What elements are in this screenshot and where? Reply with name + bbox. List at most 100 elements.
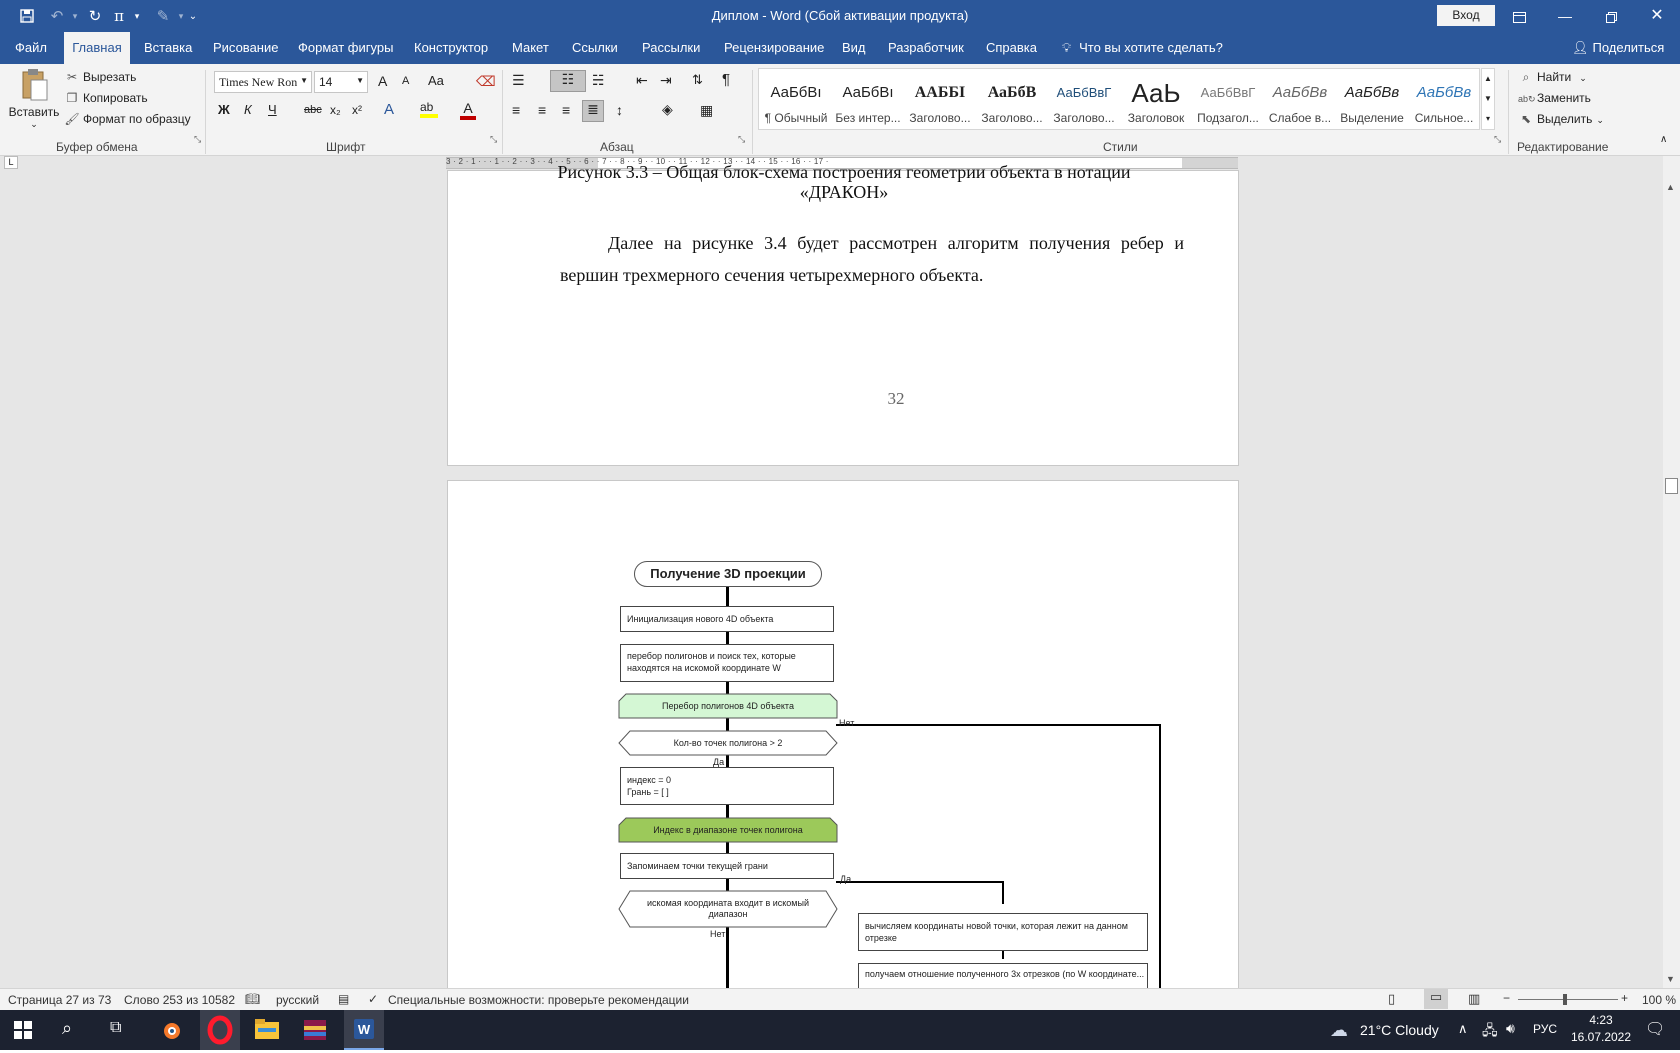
superscript-button[interactable]: x² xyxy=(352,103,362,117)
strikethrough-button[interactable]: abc xyxy=(304,104,322,116)
paste-button[interactable]: Вставить ⌄ xyxy=(8,68,60,130)
tab-file[interactable]: Файл xyxy=(7,32,55,64)
clipboard-launcher-icon[interactable]: ⤡ xyxy=(194,134,201,145)
read-mode-icon[interactable]: ▯ xyxy=(1388,991,1395,1007)
grow-font-button[interactable]: A xyxy=(378,73,387,89)
tab-review[interactable]: Рецензирование xyxy=(716,32,832,64)
subscript-button[interactable]: x₂ xyxy=(330,103,341,117)
windows-start-icon[interactable] xyxy=(14,1021,32,1042)
scroll-thumb[interactable] xyxy=(1665,478,1678,494)
scroll-down-icon[interactable]: ▼ xyxy=(1666,974,1675,984)
collapse-ribbon-icon[interactable]: ∧ xyxy=(1660,134,1667,145)
tab-home[interactable]: Главная xyxy=(64,32,130,64)
text-effects-icon[interactable]: A xyxy=(384,101,394,118)
scroll-up-icon[interactable]: ▲ xyxy=(1666,182,1675,192)
blender-icon[interactable] xyxy=(158,1018,186,1042)
format-painter-button[interactable]: 🖌︎ Формат по образцу xyxy=(64,112,190,126)
ribbon-display-options-icon[interactable] xyxy=(1496,0,1542,32)
zoom-in-icon[interactable]: + xyxy=(1621,991,1628,1005)
multilevel-list-icon[interactable]: ☵ xyxy=(592,72,605,89)
shrink-font-button[interactable]: A xyxy=(402,75,409,87)
document-workspace[interactable]: L 3 · 2 · 1 · · · 1 · · 2 · · 3 · · 4 · … xyxy=(0,156,1663,988)
style-heading-3[interactable]: АаБбВвГ Заголово... xyxy=(1049,75,1119,137)
restore-icon[interactable] xyxy=(1588,0,1634,32)
font-color-icon[interactable]: A xyxy=(460,100,476,120)
italic-button[interactable]: К xyxy=(244,102,252,117)
pilcrow-icon[interactable]: ¶ xyxy=(722,71,730,88)
tab-shape-format[interactable]: Формат фигуры xyxy=(290,32,401,64)
copy-button[interactable]: ❐ Копировать xyxy=(64,91,148,105)
drakon-flowchart[interactable]: Получение 3D проекции Инициализация ново… xyxy=(448,481,1240,988)
clock[interactable]: 4:23 16.07.2022 xyxy=(1566,1012,1636,1046)
page-33[interactable]: Получение 3D проекции Инициализация ново… xyxy=(447,480,1239,988)
clear-formatting-icon[interactable]: ⌫ xyxy=(476,73,496,90)
select-button[interactable]: ⬉ Выделить ⌄ xyxy=(1518,112,1604,126)
style-subtitle[interactable]: АаБбВвГ Подзагол... xyxy=(1193,75,1263,137)
replace-button[interactable]: ab↻Заменить xyxy=(1518,91,1591,105)
align-center-icon[interactable]: ≡ xyxy=(538,102,546,118)
macro-icon[interactable]: ▤ xyxy=(338,992,349,1006)
sort-icon[interactable]: ⇅ xyxy=(692,72,703,88)
font-name-box[interactable]: Times New Ron ▼ xyxy=(214,71,312,93)
style-no-spacing[interactable]: АаБбВı Без интер... xyxy=(833,75,903,137)
underline-button[interactable]: Ч xyxy=(268,102,277,117)
volume-icon[interactable]: 🔊︎ xyxy=(1506,1020,1515,1037)
print-layout-icon[interactable]: ▭ xyxy=(1424,989,1448,1009)
tab-developer[interactable]: Разработчик xyxy=(880,32,972,64)
tab-draw[interactable]: Рисование xyxy=(205,32,286,64)
justify-icon[interactable]: ≣ xyxy=(582,100,604,122)
style-normal[interactable]: АаБбВı ¶ Обычный xyxy=(761,75,831,137)
style-emphasis[interactable]: АаБбВв Выделение xyxy=(1337,75,1407,137)
style-subtle-emphasis[interactable]: АаБбВв Слабое в... xyxy=(1265,75,1335,137)
styles-launcher-icon[interactable]: ⤡ xyxy=(1494,134,1501,145)
web-layout-icon[interactable]: ▥ xyxy=(1468,991,1480,1007)
bold-button[interactable]: Ж xyxy=(218,102,230,117)
language-status[interactable]: русский xyxy=(276,993,319,1007)
close-icon[interactable]: ✕ xyxy=(1634,0,1680,32)
align-right-icon[interactable]: ≡ xyxy=(562,102,570,118)
winrar-icon[interactable] xyxy=(302,1018,328,1045)
styles-scroll[interactable]: ▲ ▼ ▾ xyxy=(1481,68,1495,130)
font-size-box[interactable]: 14 ▼ xyxy=(314,71,368,93)
search-icon[interactable]: ⌕ xyxy=(62,1018,72,1039)
zoom-out-icon[interactable]: − xyxy=(1503,991,1510,1005)
tab-help[interactable]: Справка xyxy=(978,32,1045,64)
zoom-slider-thumb[interactable] xyxy=(1563,994,1567,1005)
tab-view[interactable]: Вид xyxy=(834,32,874,64)
line-spacing-icon[interactable]: ↕ xyxy=(616,102,623,118)
bullets-icon[interactable]: ☰ xyxy=(512,72,525,89)
style-title[interactable]: АаЬ Заголовок xyxy=(1121,75,1191,137)
tab-design[interactable]: Конструктор xyxy=(406,32,496,64)
word-count[interactable]: Слово 253 из 10582 xyxy=(124,993,235,1007)
tab-selector-icon[interactable]: L xyxy=(4,156,18,169)
tab-mailings[interactable]: Рассылки xyxy=(634,32,708,64)
tab-layout[interactable]: Макет xyxy=(504,32,557,64)
find-button[interactable]: ⌕ Найти ⌄ xyxy=(1518,70,1587,85)
login-button[interactable]: Вход xyxy=(1437,5,1495,26)
zoom-level[interactable]: 100 % xyxy=(1642,993,1676,1007)
tab-insert[interactable]: Вставка xyxy=(136,32,200,64)
proofing-icon[interactable]: 📖︎ xyxy=(245,992,260,1006)
opera-icon[interactable] xyxy=(200,1010,240,1050)
vertical-scrollbar[interactable]: ▲ ▼ xyxy=(1663,156,1680,988)
shading-icon[interactable]: ◈ xyxy=(662,101,673,118)
minimize-icon[interactable]: — xyxy=(1542,0,1588,32)
paragraph-launcher-icon[interactable]: ⤡ xyxy=(738,134,745,145)
cut-button[interactable]: ✂ Вырезать xyxy=(64,70,136,84)
word-taskbar-icon[interactable]: W xyxy=(344,1010,384,1050)
file-explorer-icon[interactable] xyxy=(254,1018,280,1043)
tell-me-box[interactable]: 💡︎ Что вы хотите сделать? xyxy=(1054,32,1231,64)
notifications-icon[interactable]: 🗨︎ xyxy=(1645,1019,1665,1039)
font-launcher-icon[interactable]: ⤡ xyxy=(490,134,497,145)
highlight-icon[interactable]: ab xyxy=(420,100,438,118)
change-case-button[interactable]: Aa xyxy=(428,73,444,88)
page-count[interactable]: Страница 27 из 73 xyxy=(8,993,111,1007)
page-32[interactable]: Рисунок 3.3 – Общая блок-схема построени… xyxy=(447,162,1239,466)
zoom-slider[interactable] xyxy=(1518,999,1618,1000)
weather-text[interactable]: 21°C Cloudy xyxy=(1360,1022,1439,1038)
accessibility-status[interactable]: Специальные возможности: проверьте реком… xyxy=(388,993,689,1007)
network-icon[interactable]: 🖧︎ xyxy=(1482,1020,1498,1044)
align-left-icon[interactable]: ≡ xyxy=(512,102,520,118)
style-heading-2[interactable]: АаБбВ Заголово... xyxy=(977,75,1047,137)
decrease-indent-icon[interactable]: ⇤ xyxy=(636,72,648,89)
